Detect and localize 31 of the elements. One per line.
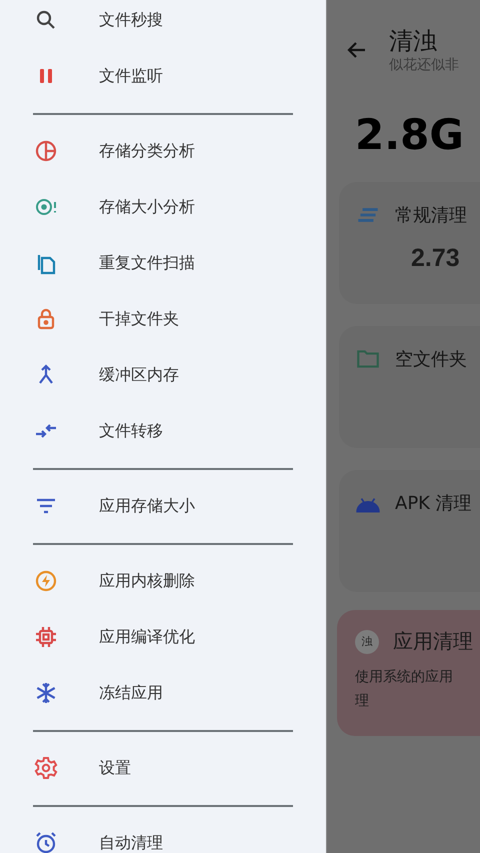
drawer-item[interactable]: 应用存储大小 — [0, 478, 326, 534]
drawer-item[interactable]: 自动清理 — [0, 815, 326, 853]
card-title: APK 清理 — [395, 492, 472, 515]
pie-chart-icon — [34, 139, 58, 163]
drawer-item[interactable]: 缓冲区内存 — [0, 347, 326, 403]
drawer-item[interactable]: 设置 — [0, 740, 326, 796]
settings-icon — [34, 756, 58, 780]
card-value: 2.73 — [411, 244, 461, 273]
drawer-item[interactable]: 文件秒搜 — [0, 0, 326, 48]
card-title: 常规清理 — [395, 204, 467, 227]
card-description: 使用系统的应用 — [355, 668, 453, 687]
page-title: 清浊 — [389, 26, 437, 56]
drawer-item[interactable]: 存储分类分析 — [0, 123, 326, 179]
drawer-item[interactable]: 应用内核删除 — [0, 553, 326, 609]
app-avatar: 浊 — [355, 630, 379, 654]
app-clean-card[interactable]: 浊 应用清理 使用系统的应用 理 — [337, 610, 480, 736]
drawer-item[interactable]: 应用编译优化 — [0, 609, 326, 665]
snowflake-icon — [34, 681, 58, 705]
card-title: 应用清理 — [393, 628, 473, 655]
lightning-icon — [34, 569, 58, 593]
alarm-clock-icon — [34, 831, 58, 853]
total-size: 2.8G — [355, 110, 465, 160]
drawer-item[interactable]: 干掉文件夹 — [0, 291, 326, 347]
drawer-item[interactable]: 冻结应用 — [0, 665, 326, 721]
chip-icon — [34, 625, 58, 649]
drawer-item[interactable]: 文件监听 — [0, 48, 326, 104]
card-title: 空文件夹 — [395, 348, 467, 371]
card-description: 理 — [355, 692, 369, 711]
drawer-item[interactable]: 文件转移 — [0, 403, 326, 459]
drawer-item[interactable]: 存储大小分析 — [0, 179, 326, 235]
drawer-item[interactable]: 重复文件扫描 — [0, 235, 326, 291]
